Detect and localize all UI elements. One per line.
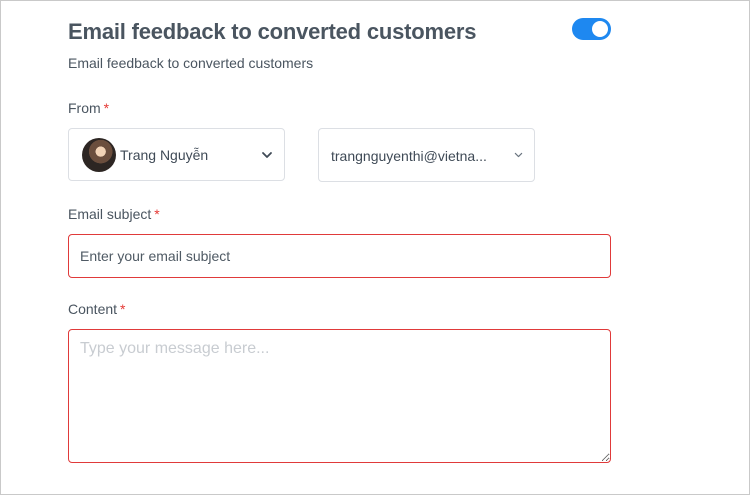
sender-select[interactable]: Trang Nguyễn [68,128,285,181]
settings-panel: Email feedback to converted customers Em… [0,0,750,495]
content-label: Content * [68,301,126,317]
page-title: Email feedback to converted customers [68,19,477,44]
email-subject-label: Email subject * [68,206,160,222]
email-subject-input[interactable] [68,234,611,278]
chevron-down-icon [262,151,272,158]
sender-email-select[interactable]: trangnguyenthi@vietna... [318,128,535,182]
from-label: From * [68,100,109,116]
chevron-down-icon [514,152,523,158]
required-mark: * [120,301,126,317]
content-textarea[interactable] [68,329,611,463]
sender-name: Trang Nguyễn [120,147,209,163]
required-mark: * [103,100,110,116]
required-mark: * [154,206,160,222]
enable-toggle[interactable] [572,18,611,40]
sender-email: trangnguyenthi@vietna... [331,148,487,164]
content-label-text: Content [68,301,118,317]
from-label-text: From [68,100,101,116]
email-subject-label-text: Email subject [68,206,152,222]
page-subtitle: Email feedback to converted customers [68,55,314,71]
avatar [82,138,116,172]
toggle-knob [592,21,608,37]
